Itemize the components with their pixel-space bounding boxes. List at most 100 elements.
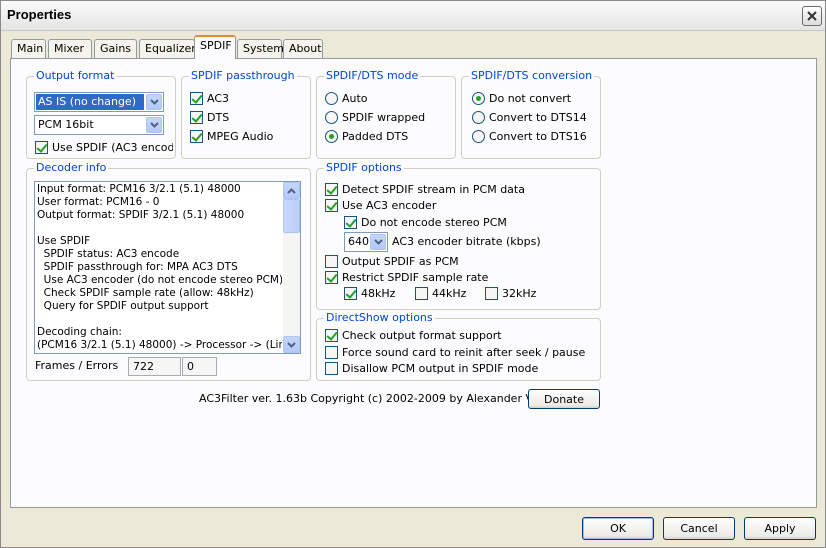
frames-field: 722 [128,357,181,376]
sample-format-select[interactable]: PCM 16bit [34,115,164,135]
passthrough-ac3-label: AC3 [207,91,230,105]
errors-field: 0 [182,357,217,376]
rate-44-checkbox[interactable]: 44kHz [415,285,466,301]
passthrough-ac3-checkbox[interactable]: AC3 [190,90,229,106]
info-line: User format: PCM16 - 0 [37,196,160,208]
output-format-title: Output format [34,69,117,83]
restrict-rate-checkbox[interactable]: Restrict SPDIF sample rate [325,269,488,285]
output-format-select[interactable]: AS IS (no change) [34,92,164,112]
disallow-pcm-checkbox[interactable]: Disallow PCM output in SPDIF mode [325,360,538,376]
close-button[interactable] [802,6,822,26]
mode-wrapped-label: SPDIF wrapped [342,110,426,124]
spdif-dts-mode-title: SPDIF/DTS mode [324,69,421,83]
info-line: SPDIF passthrough for: MPA AC3 DTS [37,261,238,273]
decoder-info-textarea[interactable]: Input format: PCM16 3/2.1 (5.1) 48000 Us… [34,181,301,354]
disallow-pcm-check[interactable] [325,361,338,375]
conv-dts16-label: Convert to DTS16 [489,129,587,143]
passthrough-dts-check[interactable] [190,110,203,124]
tab-about[interactable]: About [283,39,323,58]
detect-spdif-label: Detect SPDIF stream in PCM data [342,182,525,196]
bitrate-dropdown-button[interactable] [370,234,386,250]
directshow-options-title: DirectShow options [324,311,435,325]
output-pcm-checkbox[interactable]: Output SPDIF as PCM [325,253,459,269]
rate-32-checkbox[interactable]: 32kHz [485,285,536,301]
title-bar[interactable]: Properties [1,1,825,31]
restrict-rate-check[interactable] [325,270,338,284]
tab-spdif[interactable]: SPDIF [194,35,236,59]
rate-48-check[interactable] [344,286,357,300]
rate-48-checkbox[interactable]: 48kHz [344,285,395,301]
sample-format-value: PCM 16bit [38,118,94,131]
tab-main[interactable]: Main [11,39,46,58]
apply-button[interactable]: Apply [744,517,816,540]
info-line: Output format: SPDIF 3/2.1 (5.1) 48000 [37,209,245,221]
tab-system[interactable]: System [237,39,284,58]
force-reinit-checkbox[interactable]: Force sound card to reinit after seek / … [325,344,585,360]
rate-48-label: 48kHz [361,286,396,300]
conv-dts16-radio-button[interactable] [472,129,485,143]
use-ac3-check[interactable] [325,198,338,212]
passthrough-ac3-check[interactable] [190,91,203,105]
sample-format-dropdown-button[interactable] [146,117,162,133]
properties-window: Properties Main Mixer Gains Equalizer SP… [0,0,826,548]
rate-32-check[interactable] [485,286,498,300]
rate-44-check[interactable] [415,286,428,300]
info-line: Input format: PCM16 3/2.1 (5.1) 48000 [37,183,241,195]
conv-none-radio-button[interactable] [472,91,485,105]
mode-auto-radio[interactable]: Auto [325,90,368,106]
conv-none-label: Do not convert [489,91,572,105]
passthrough-mpeg-check[interactable] [190,129,203,143]
conv-dts16-radio[interactable]: Convert to DTS16 [472,128,587,144]
passthrough-mpeg-label: MPEG Audio [207,129,274,143]
output-pcm-check[interactable] [325,254,338,268]
check-format-check[interactable] [325,328,338,342]
mode-wrapped-radio-button[interactable] [325,110,338,124]
check-format-checkbox[interactable]: Check output format support [325,327,502,343]
no-stereo-check[interactable] [344,215,357,229]
no-stereo-checkbox[interactable]: Do not encode stereo PCM [344,214,507,230]
rate-44-label: 44kHz [432,286,467,300]
chevron-down-icon [149,122,159,128]
no-stereo-label: Do not encode stereo PCM [361,215,507,229]
decoder-info-title: Decoder info [34,161,109,175]
mode-auto-radio-button[interactable] [325,91,338,105]
mode-padded-radio[interactable]: Padded DTS [325,128,408,144]
bitrate-select[interactable]: 640 [344,232,388,252]
mode-wrapped-radio[interactable]: SPDIF wrapped [325,109,425,125]
tab-gains[interactable]: Gains [94,39,137,58]
conv-dts14-radio-button[interactable] [472,110,485,124]
mode-padded-radio-button[interactable] [325,129,338,143]
detect-spdif-check[interactable] [325,182,338,196]
decoder-info-lines: Input format: PCM16 3/2.1 (5.1) 48000 Us… [37,183,282,352]
scroll-thumb[interactable] [283,199,300,233]
scroll-up-button[interactable] [283,182,300,199]
force-reinit-check[interactable] [325,345,338,359]
scroll-down-button[interactable] [283,336,300,353]
info-line: (PCM16 3/2.1 (5.1) 48000) -> Processor -… [37,339,282,351]
chevron-down-icon [149,99,159,105]
disallow-pcm-label: Disallow PCM output in SPDIF mode [342,361,539,375]
conv-none-radio[interactable]: Do not convert [472,90,571,106]
spdif-dts-conversion-title: SPDIF/DTS conversion [469,69,595,83]
tab-equalizer[interactable]: Equalizer [139,39,196,58]
passthrough-dts-checkbox[interactable]: DTS [190,109,229,125]
check-format-label: Check output format support [342,328,502,342]
use-spdif-check[interactable] [35,140,48,154]
decoder-info-scrollbar[interactable] [283,182,300,353]
ok-button[interactable]: OK [582,517,654,540]
donate-button[interactable]: Donate [528,389,600,409]
bitrate-label: AC3 encoder bitrate (kbps) [392,235,541,248]
cancel-button[interactable]: Cancel [663,517,735,540]
use-spdif-checkbox[interactable]: Use SPDIF (AC3 encod [35,139,173,155]
passthrough-mpeg-checkbox[interactable]: MPEG Audio [190,128,273,144]
spdif-options-title: SPDIF options [324,161,404,175]
use-ac3-checkbox[interactable]: Use AC3 encoder [325,197,436,213]
frames-errors-label: Frames / Errors [35,359,119,372]
output-format-dropdown-button[interactable] [146,94,162,110]
output-format-value: AS IS (no change) [36,94,144,110]
spdif-passthrough-title: SPDIF passthrough [189,69,297,83]
conv-dts14-radio[interactable]: Convert to DTS14 [472,109,587,125]
detect-spdif-checkbox[interactable]: Detect SPDIF stream in PCM data [325,181,525,197]
tab-mixer[interactable]: Mixer [48,39,92,58]
output-pcm-label: Output SPDIF as PCM [342,254,459,268]
